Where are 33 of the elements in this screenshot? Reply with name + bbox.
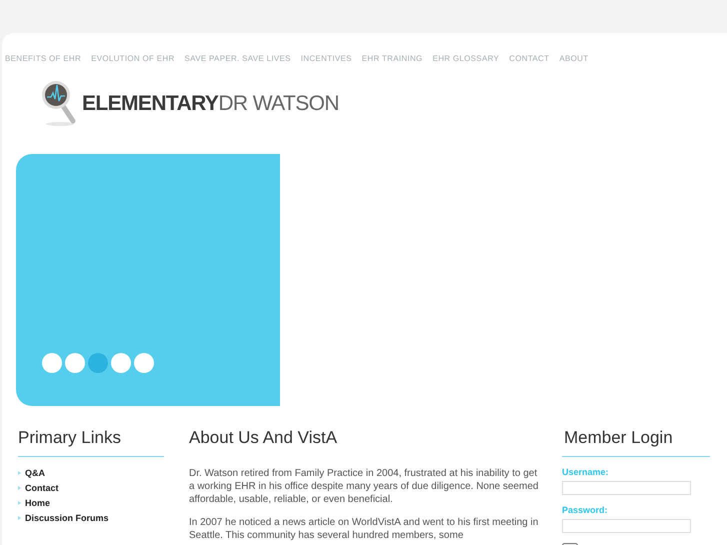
bullet-icon <box>18 500 21 504</box>
field-label: Username: <box>562 467 610 477</box>
nav-link[interactable]: EHR GLOSSARY <box>432 53 500 65</box>
primary-link[interactable]: Discussion Forums <box>25 512 109 522</box>
password-field[interactable] <box>562 519 691 533</box>
slider-dot[interactable] <box>111 353 131 373</box>
magnifier-icon <box>40 79 78 127</box>
primary-link[interactable]: Home <box>25 498 50 508</box>
section-heading: Primary Links <box>18 426 164 457</box>
nav-link[interactable]: BENEFITS OF EHR <box>5 53 82 65</box>
nav-link[interactable]: INCENTIVES <box>300 53 352 65</box>
article-paragraph: In 2007 he noticed a news article on WorldVistA and went to his first meeting in Seattle. This community has several hundred members, some <box>189 516 539 542</box>
nav-link[interactable]: EVOLUTION OF EHR <box>91 53 175 65</box>
bullet-icon <box>18 470 21 474</box>
article-paragraph: Dr. Watson retired from Family Practice in 2004, frustrated at his inability to get a working EHR in his office despite many years of due diligence. None seemed affordable, usable, reliable, or even beneficial. <box>189 467 539 506</box>
logo-text: ELEMENTARY <box>82 92 218 116</box>
bullet-icon <box>18 516 21 520</box>
slider-dot[interactable] <box>65 353 85 373</box>
primary-link[interactable]: Contact <box>25 482 58 492</box>
field-label: Password: <box>562 505 609 515</box>
slider-dot[interactable] <box>134 353 154 373</box>
slider-dot[interactable] <box>88 353 108 373</box>
nav-link[interactable]: CONTACT <box>509 53 550 65</box>
primary-link[interactable]: Q&A <box>25 468 45 478</box>
section-heading: Member Login <box>562 426 710 457</box>
article-heading: About Us And VistA <box>189 427 338 449</box>
nav-link[interactable]: SAVE PAPER. SAVE LIVES <box>184 53 291 65</box>
username-field[interactable] <box>562 481 691 495</box>
nav-link[interactable]: EHR TRAINING <box>362 53 423 65</box>
logo-text: DR WATSON <box>218 92 339 116</box>
slider-dot[interactable] <box>42 353 62 373</box>
bullet-icon <box>18 486 21 490</box>
nav-link[interactable]: ABOUT <box>559 53 588 65</box>
